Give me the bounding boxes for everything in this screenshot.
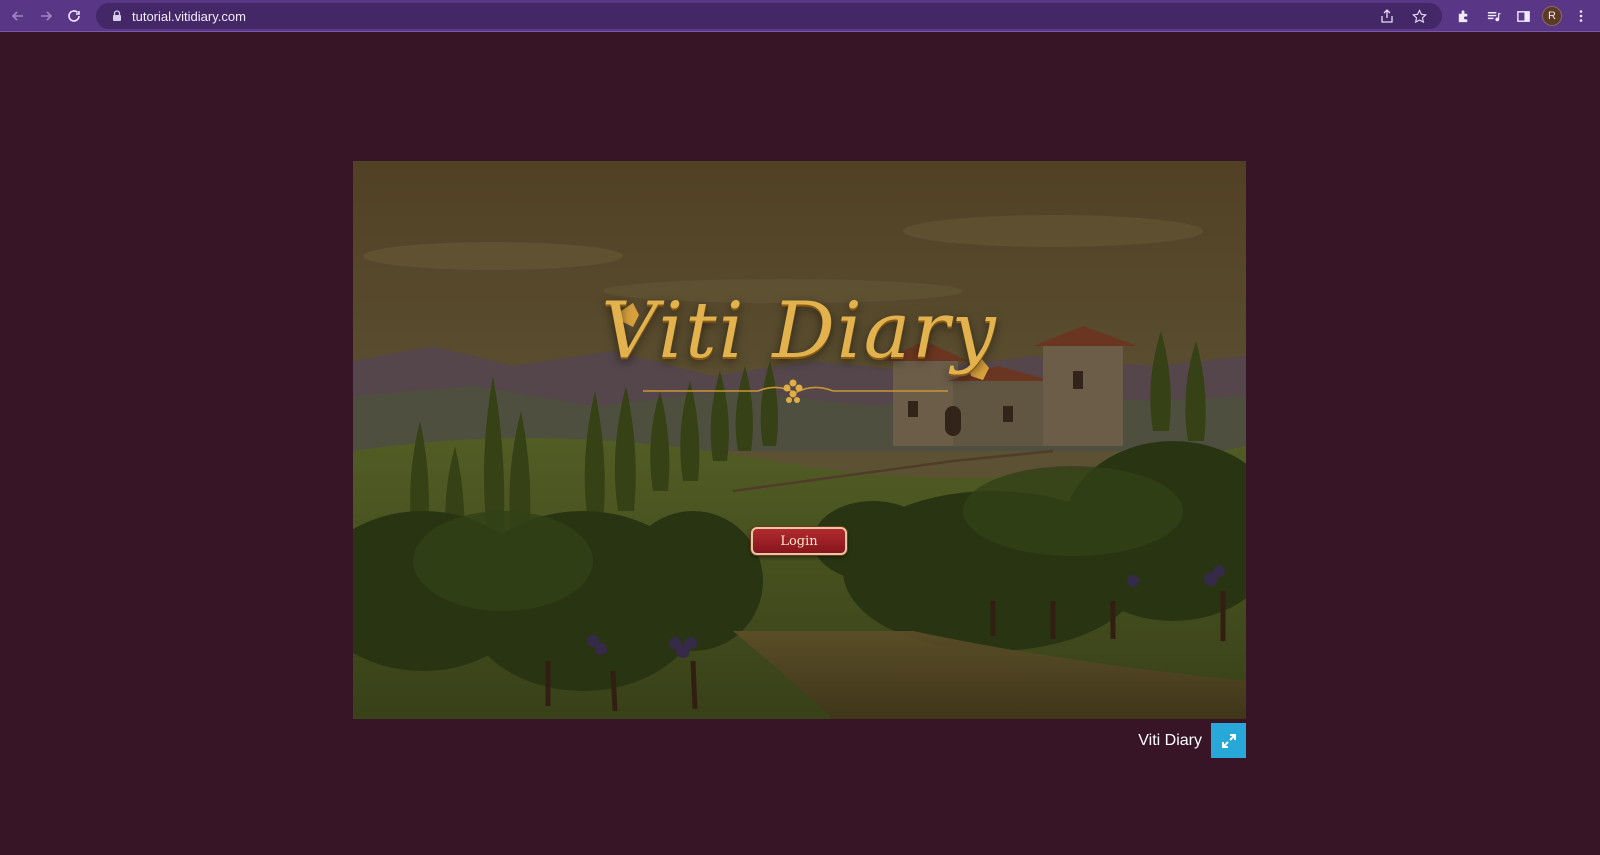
fullscreen-button[interactable] [1211, 723, 1246, 758]
share-icon[interactable] [1378, 7, 1396, 25]
side-panel-icon[interactable] [1512, 5, 1534, 27]
arrow-right-icon [41, 10, 53, 21]
browser-toolbar: tutorial.vitidiary.com R [0, 0, 1600, 32]
expand-icon [1221, 733, 1236, 748]
bookmark-star-icon[interactable] [1410, 7, 1428, 25]
url-text: tutorial.vitidiary.com [132, 8, 246, 24]
logo-text: Viti Diary [601, 286, 998, 376]
address-bar[interactable]: tutorial.vitidiary.com [96, 3, 1442, 29]
media-queue-icon[interactable] [1482, 5, 1504, 27]
profile-avatar[interactable]: R [1542, 6, 1562, 26]
game-canvas[interactable]: Viti Diary Login [353, 161, 1246, 719]
forward-button[interactable] [32, 2, 60, 30]
extensions-icon[interactable] [1452, 5, 1474, 27]
lock-icon [113, 10, 121, 21]
reload-icon [68, 9, 80, 22]
game-logo: Viti Diary [353, 286, 1246, 376]
menu-dots-icon[interactable] [1570, 5, 1592, 27]
login-button[interactable]: Login [751, 527, 847, 555]
back-button[interactable] [4, 2, 32, 30]
vineyard-background [353, 161, 1246, 719]
reload-button[interactable] [60, 2, 88, 30]
arrow-left-icon [11, 10, 23, 21]
game-title: Viti Diary [1138, 732, 1202, 749]
